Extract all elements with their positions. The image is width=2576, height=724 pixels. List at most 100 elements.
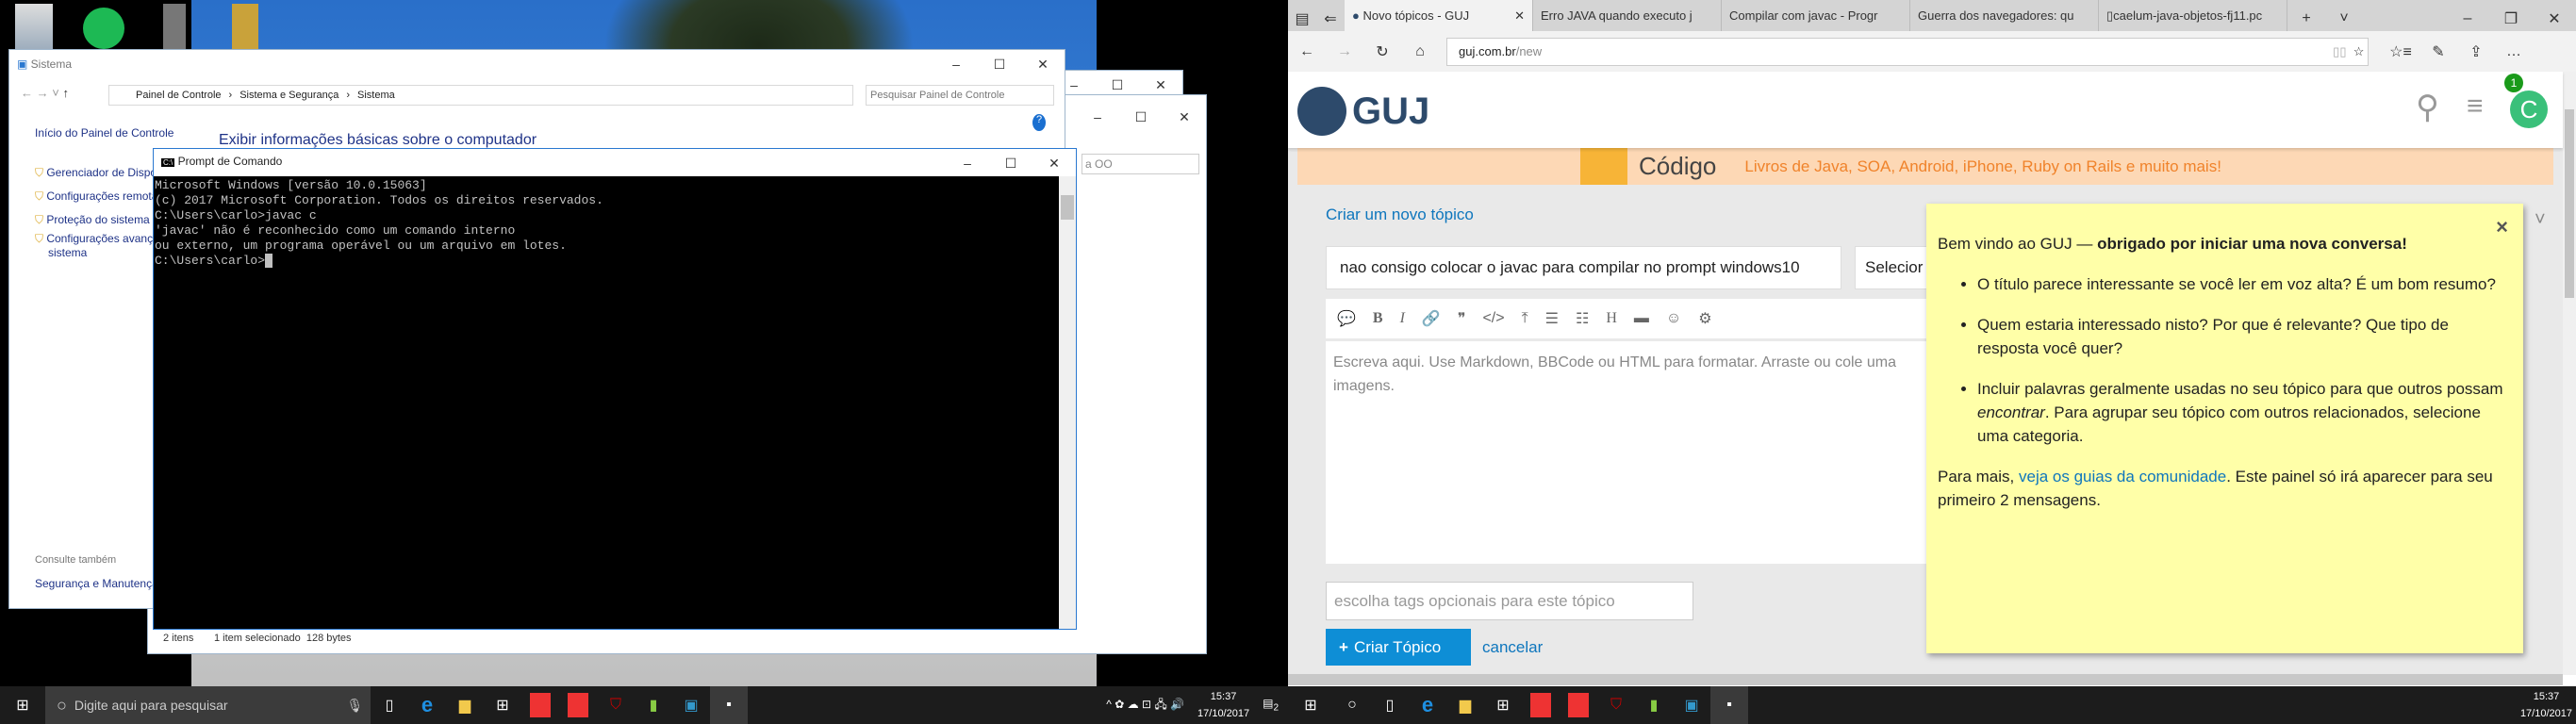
blockquote-icon[interactable]: ❞: [1458, 309, 1466, 328]
recycle-bin-icon[interactable]: [15, 4, 53, 53]
tags-input[interactable]: escolha tags opcionais para este tópico: [1326, 582, 1693, 620]
notification-badge[interactable]: 1: [2504, 74, 2523, 92]
mcafee-icon[interactable]: ⛉: [597, 686, 635, 724]
windows-start-icon[interactable]: ⊞: [1288, 686, 1333, 724]
more-icon[interactable]: …: [2495, 33, 2533, 71]
notepadpp-icon[interactable]: ▮: [1635, 686, 1673, 724]
minimize-icon[interactable]: –: [934, 50, 978, 78]
link-icon[interactable]: 🔗: [1422, 309, 1441, 328]
spotify-icon[interactable]: [83, 8, 124, 49]
close-tab-icon[interactable]: ✕: [1514, 8, 1525, 24]
home-icon[interactable]: ⌂: [1401, 33, 1439, 71]
action-center-icon[interactable]: ▤2: [1263, 697, 1279, 713]
edge-icon[interactable]: e: [408, 686, 446, 724]
maximize-icon[interactable]: ☐: [978, 50, 1021, 78]
breadcrumb-item[interactable]: Painel de Controle: [136, 90, 222, 101]
emoji-icon[interactable]: ☺: [1666, 310, 1681, 327]
control-panel-icon[interactable]: ▣: [1673, 686, 1710, 724]
app-icon[interactable]: [521, 686, 559, 724]
app-icon[interactable]: [559, 686, 597, 724]
security-maintenance-link[interactable]: Segurança e Manutençã: [35, 576, 158, 591]
code-icon[interactable]: </>: [1482, 310, 1504, 327]
cmd-window[interactable]: C:\ Prompt de Comando – ☐ ✕ Microsoft Wind…: [153, 148, 1077, 630]
explorer-search-input[interactable]: a OO: [1082, 154, 1199, 174]
tray-icons[interactable]: ^ ✿ ☁ ⊡ 🖧 🔊: [1106, 696, 1184, 716]
avatar[interactable]: C: [2510, 90, 2548, 128]
close-panel-icon[interactable]: ×: [2496, 215, 2508, 239]
web-note-icon[interactable]: ✎: [2419, 33, 2457, 71]
refresh-icon[interactable]: ↻: [1363, 33, 1401, 71]
app-icon[interactable]: [1522, 686, 1560, 724]
quote-reply-icon[interactable]: 💬: [1337, 309, 1356, 328]
link-remote-settings[interactable]: ⛉ Configurações remotas: [35, 185, 168, 208]
taskbar-search[interactable]: ○ Digite aqui para pesquisar 🎙: [45, 686, 371, 724]
vlc-icon[interactable]: [163, 4, 186, 53]
favorite-star-icon[interactable]: ☆: [2353, 44, 2365, 59]
breadcrumb-item[interactable]: Sistema e Segurança: [239, 90, 339, 101]
control-panel-icon[interactable]: ▣: [672, 686, 710, 724]
notepadpp-icon[interactable]: ▮: [635, 686, 672, 724]
cortana-icon[interactable]: ○: [1333, 686, 1371, 724]
back-icon[interactable]: ←: [1288, 33, 1326, 71]
document-icon[interactable]: [232, 4, 258, 53]
address-bar[interactable]: Painel de Controle › Sistema e Segurança › S…: [108, 85, 853, 106]
close-icon[interactable]: ✕: [1021, 50, 1065, 78]
options-gear-icon[interactable]: ⚙: [1698, 309, 1711, 328]
windows-start-icon[interactable]: ⊞: [0, 686, 45, 724]
search-icon[interactable]: ⚲: [2416, 89, 2439, 126]
hamburger-menu-icon[interactable]: ≡: [2467, 90, 2484, 123]
forward-icon[interactable]: →: [1326, 33, 1363, 71]
horizontal-rule-icon[interactable]: ▬: [1634, 310, 1649, 327]
app-icon[interactable]: [1560, 686, 1597, 724]
edge-icon[interactable]: e: [1409, 686, 1446, 724]
file-explorer-icon[interactable]: ▆: [1446, 686, 1484, 724]
vertical-scrollbar[interactable]: [2563, 72, 2576, 675]
cmd-taskbar-icon[interactable]: ▪: [1710, 686, 1748, 724]
address-bar[interactable]: guj.com.br/new ▯▯ ☆: [1446, 37, 2369, 66]
horizontal-scrollbar[interactable]: [1288, 674, 2563, 685]
clock[interactable]: 15:37 17/10/2017: [1197, 688, 1249, 722]
task-view-icon[interactable]: ▯: [371, 686, 408, 724]
tab[interactable]: Compilar com javac - Progr: [1722, 0, 1910, 31]
close-icon[interactable]: ✕: [1032, 149, 1076, 177]
favorites-hub-icon[interactable]: ☆≡: [2382, 33, 2419, 71]
topic-title-input[interactable]: nao consigo colocar o javac para compila…: [1326, 246, 1841, 289]
upload-icon[interactable]: ⤒: [1522, 310, 1528, 327]
bold-icon[interactable]: B: [1373, 310, 1383, 327]
store-icon[interactable]: ⊞: [484, 686, 521, 724]
clock[interactable]: 15:37 17/10/2017: [2520, 688, 2572, 722]
close-icon[interactable]: ✕: [1163, 103, 1206, 131]
minimize-icon[interactable]: –: [1076, 103, 1119, 131]
help-icon[interactable]: ?: [1032, 114, 1046, 131]
link-device-manager[interactable]: ⛉ Gerenciador de Disposit: [35, 161, 168, 185]
maximize-icon[interactable]: ☐: [989, 149, 1032, 177]
guj-logo[interactable]: GUJ: [1297, 87, 1429, 136]
maximize-icon[interactable]: ☐: [1119, 103, 1163, 131]
cmd-console[interactable]: Microsoft Windows [versão 10.0.15063] (c…: [154, 176, 1060, 629]
collapse-chevron-icon[interactable]: ˅: [2535, 209, 2546, 231]
community-guidelines-link[interactable]: veja os guias da comunidade: [2019, 468, 2226, 485]
tab[interactable]: Erro JAVA quando executo j: [1533, 0, 1722, 31]
numbered-list-icon[interactable]: ☷: [1576, 309, 1589, 328]
share-icon[interactable]: ⇪: [2457, 33, 2495, 71]
cmd-scrollbar[interactable]: [1059, 176, 1076, 629]
italic-icon[interactable]: I: [1400, 310, 1405, 327]
tab[interactable]: ▯ caelum-java-objetos-fj11.pc: [2099, 0, 2287, 31]
store-icon[interactable]: ⊞: [1484, 686, 1522, 724]
tab-active[interactable]: ● Novo tópicos - GUJ ✕: [1345, 0, 1533, 31]
breadcrumb-item[interactable]: Sistema: [357, 90, 395, 101]
tab[interactable]: Guerra dos navegadores: qu: [1910, 0, 2099, 31]
editor-textarea[interactable]: Escreva aqui. Use Markdown, BBCode ou HT…: [1326, 341, 1929, 564]
file-explorer-icon[interactable]: ▆: [446, 686, 484, 724]
bullet-list-icon[interactable]: ☰: [1545, 309, 1559, 328]
heading-icon[interactable]: H: [1606, 310, 1617, 327]
home-link[interactable]: Início do Painel de Controle: [35, 125, 173, 140]
cmd-taskbar-icon[interactable]: ▪: [710, 686, 748, 724]
task-view-icon[interactable]: ▯: [1371, 686, 1409, 724]
minimize-icon[interactable]: –: [946, 149, 989, 177]
nav-buttons[interactable]: ← → ˅ ↑: [21, 86, 69, 100]
mcafee-icon[interactable]: ⛉: [1597, 686, 1635, 724]
create-topic-button[interactable]: + Criar Tópico: [1326, 629, 1471, 666]
link-system-protection[interactable]: ⛉ Proteção do sistema: [35, 208, 168, 232]
category-select[interactable]: Selecior: [1855, 246, 1930, 289]
